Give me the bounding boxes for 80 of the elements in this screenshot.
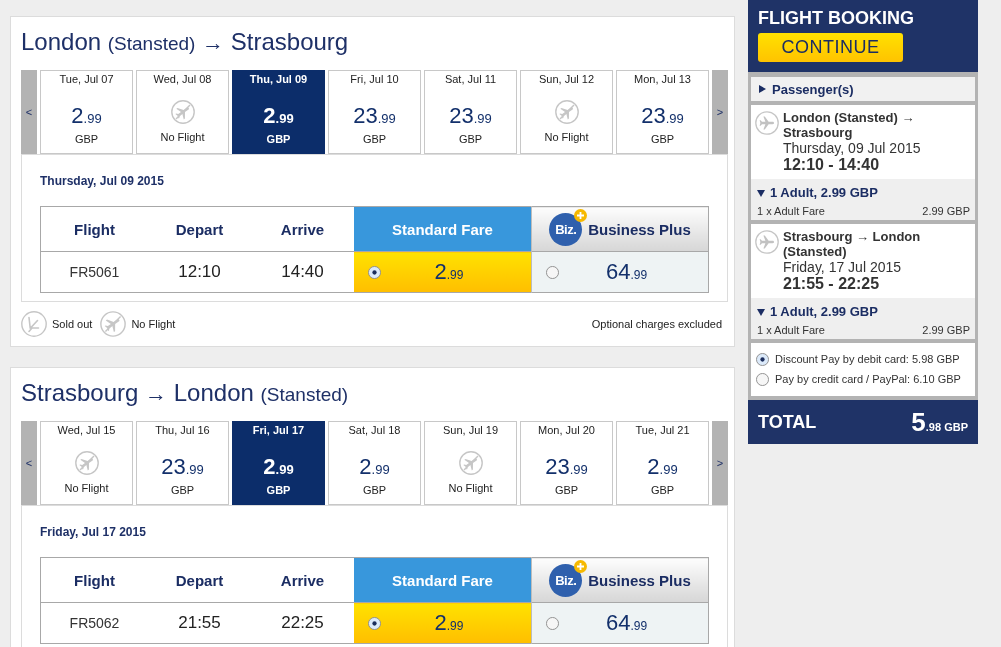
route-text: London (Stansted) → Strasbourg xyxy=(783,110,916,140)
fare-price: 2.99 xyxy=(433,610,465,636)
legend-label: Sold out xyxy=(52,318,93,330)
time-text: 21:55 - 22:25 xyxy=(783,275,881,293)
date-tab[interactable]: Thu, Jul 09 2.99 GBP xyxy=(232,70,325,154)
legend-label: No Flight xyxy=(131,318,176,330)
crossed-plane-icon xyxy=(170,100,195,124)
crossed-plane-icon xyxy=(100,311,127,337)
plane-icon xyxy=(755,230,779,254)
column-header: Depart xyxy=(148,557,251,603)
radio-button[interactable] xyxy=(546,265,559,279)
total-amount: 5.98 GBP xyxy=(911,406,968,438)
next-button[interactable]: > xyxy=(712,70,728,154)
date-tab[interactable]: Thu, Jul 16 23.99 GBP xyxy=(136,421,229,505)
next-button[interactable]: > xyxy=(712,421,728,505)
date-heading: Thursday, Jul 09 2015 xyxy=(40,173,164,190)
date-tab[interactable]: Sat, Jul 11 23.99 GBP xyxy=(424,70,517,154)
fare-item: 1 x Adult Fare xyxy=(757,323,825,337)
booking-title: FLIGHT BOOKING xyxy=(758,8,914,28)
date-tab[interactable]: Sun, Jul 19 No Flight xyxy=(424,421,517,505)
previous-button[interactable]: < xyxy=(21,421,37,505)
time-text: 12:10 - 14:40 xyxy=(783,156,881,174)
fare-item: 1 x Adult Fare xyxy=(757,204,825,218)
plus-icon xyxy=(574,208,588,222)
previous-button[interactable]: < xyxy=(21,70,37,154)
date-tab[interactable]: Tue, Jul 21 2.99 GBP xyxy=(616,421,709,505)
column-header: Standard Fare xyxy=(354,557,532,603)
date-text: Friday, 17 Jul 2015 xyxy=(783,259,903,275)
date-tab[interactable]: Wed, Jul 08 No Flight xyxy=(136,70,229,154)
date-tab[interactable]: Mon, Jul 20 23.99 GBP xyxy=(520,421,613,505)
fare-price: 2.99 xyxy=(433,259,465,285)
column-title: Business Plus xyxy=(588,220,691,238)
date-text: Thursday, 09 Jul 2015 xyxy=(783,140,922,156)
column-header: Standard Fare xyxy=(354,206,532,252)
plane-icon xyxy=(755,111,779,135)
date-tab[interactable]: Tue, Jul 07 2.99 GBP xyxy=(40,70,133,154)
column-header: Arrive xyxy=(251,557,354,603)
crossed-plane-icon xyxy=(74,451,99,475)
date-tab[interactable]: Fri, Jul 17 2.99 GBP xyxy=(232,421,325,505)
table-cell: FR5061 xyxy=(40,251,148,293)
radio-button[interactable] xyxy=(756,372,769,386)
fare-toggle[interactable]: 1 Adult, 2.99 GBP xyxy=(757,185,878,201)
route-title: London (Stansted) → Strasbourg xyxy=(21,27,349,57)
payment-label: Pay by credit card / PayPal: 6.10 GBP xyxy=(775,373,961,385)
fare-price: 64.99 xyxy=(604,259,649,285)
seat-icon xyxy=(21,311,47,337)
plus-icon xyxy=(574,559,588,573)
fare-amount: 2.99 GBP xyxy=(922,323,970,337)
footnote: Optional charges excluded xyxy=(591,318,722,330)
route-title: Strasbourg → London (Stansted) xyxy=(21,378,349,408)
payment-label: Discount Pay by debit card: 5.98 GBP xyxy=(775,353,960,365)
table-cell: 12:10 xyxy=(148,251,251,293)
column-header: Depart xyxy=(148,206,251,252)
radio-button[interactable] xyxy=(756,352,769,366)
radio-button[interactable] xyxy=(546,616,559,630)
table-cell: 21:55 xyxy=(148,602,251,644)
column-header: Flight xyxy=(40,206,148,252)
fare-price: 64.99 xyxy=(604,610,649,636)
date-tab[interactable]: Sat, Jul 18 2.99 GBP xyxy=(328,421,421,505)
crossed-plane-icon xyxy=(458,451,483,475)
date-tab[interactable]: Sun, Jul 12 No Flight xyxy=(520,70,613,154)
radio-button[interactable] xyxy=(368,616,381,630)
date-heading: Friday, Jul 17 2015 xyxy=(40,524,146,541)
crossed-plane-icon xyxy=(554,100,579,124)
business-badge: Biz. xyxy=(549,563,583,597)
passengers-toggle[interactable]: Passenger(s) xyxy=(751,77,975,101)
date-tab[interactable]: Mon, Jul 13 23.99 GBP xyxy=(616,70,709,154)
table-cell: FR5062 xyxy=(40,602,148,644)
business-badge: Biz. xyxy=(549,212,583,246)
column-header: Arrive xyxy=(251,206,354,252)
fare-toggle[interactable]: 1 Adult, 2.99 GBP xyxy=(757,304,878,320)
column-header: Flight xyxy=(40,557,148,603)
radio-button[interactable] xyxy=(368,265,381,279)
column-title: Business Plus xyxy=(588,571,691,589)
date-tab[interactable]: Wed, Jul 15 No Flight xyxy=(40,421,133,505)
date-tab[interactable]: Fri, Jul 10 23.99 GBP xyxy=(328,70,421,154)
continue-button[interactable]: CONTINUE xyxy=(758,33,903,62)
total-label: TOTAL xyxy=(758,411,817,433)
fare-amount: 2.99 GBP xyxy=(922,204,970,218)
route-text: Strasbourg → London (Stansted) xyxy=(783,229,922,259)
